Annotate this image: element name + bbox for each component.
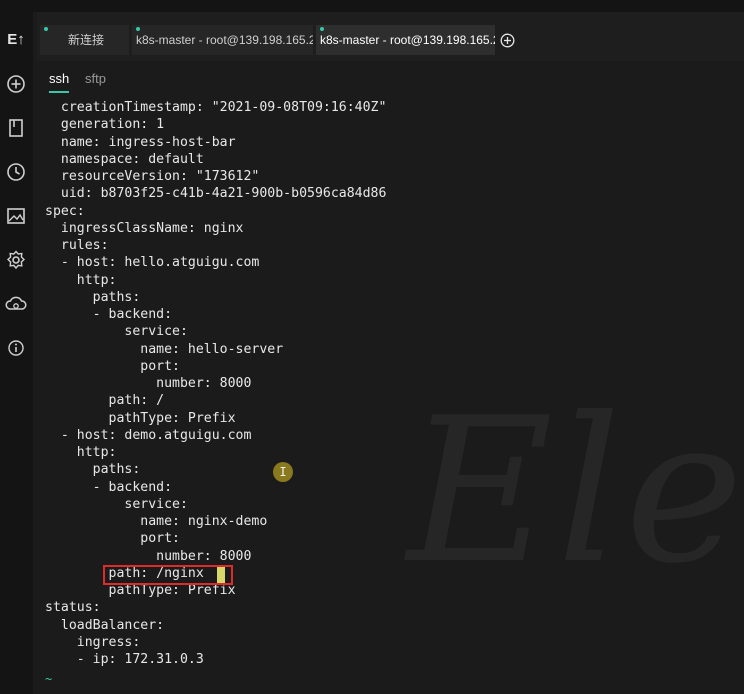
tab-status-dot	[44, 27, 48, 31]
terminal-line: creationTimestamp: "2021-09-08T09:16:40Z…	[45, 100, 387, 115]
terminal-line: number: 8000	[45, 548, 252, 564]
terminal-line: rules:	[45, 238, 109, 253]
terminal-line: - backend:	[45, 479, 173, 495]
bookmark-icon[interactable]	[5, 117, 27, 139]
terminal-line: pathType: Prefix	[45, 410, 236, 426]
terminal-line: resourceVersion: "173612"	[45, 169, 260, 184]
tab-k8s-master-1[interactable]: k8s-master - root@139.198.165.2...	[132, 25, 313, 55]
highlight-box	[103, 565, 233, 585]
active-subtab-indicator	[49, 91, 69, 93]
tab-label: k8s-master - root@139.198.165.2...	[320, 33, 495, 47]
terminal-line: http:	[45, 272, 117, 288]
history-icon[interactable]	[5, 161, 27, 183]
terminal-line: loadBalancer:	[45, 617, 165, 633]
subtab-ssh[interactable]: ssh	[49, 71, 69, 86]
sidebar: E↑	[0, 0, 33, 694]
terminal-line: - ip: 172.31.0.3	[45, 652, 204, 667]
terminal-line: status:	[45, 600, 101, 616]
terminal-line: number: 8000	[45, 376, 252, 391]
terminal-line: paths:	[45, 462, 141, 478]
terminal-line: uid: b8703f25-c41b-4a21-900b-b0596ca84d8…	[45, 186, 387, 202]
terminal-line: paths:	[45, 289, 141, 305]
session-subtabs: ssh sftp	[37, 61, 744, 95]
tab-k8s-master-2[interactable]: k8s-master - root@139.198.165.2...	[316, 25, 495, 55]
tab-new-connection[interactable]: 新连接	[40, 25, 129, 55]
terminal[interactable]: Elec creationTimestamp: "2021-09-08T09:1…	[37, 95, 744, 694]
terminal-line: name: hello-server	[45, 341, 284, 357]
terminal-line: name: nginx-demo	[45, 514, 268, 529]
mouse-pointer: I	[273, 462, 293, 482]
terminal-line: spec:	[45, 203, 85, 219]
terminal-line: http:	[45, 445, 117, 460]
terminal-line: - backend:	[45, 307, 173, 322]
cloud-sync-icon[interactable]	[5, 293, 27, 315]
terminal-line: - host: demo.atguigu.com	[45, 427, 252, 443]
terminal-line: port:	[45, 358, 180, 374]
text-cursor-icon: I	[279, 465, 287, 479]
image-icon[interactable]	[5, 205, 27, 227]
info-icon[interactable]	[5, 337, 27, 359]
terminal-line: name: ingress-host-bar	[45, 134, 236, 150]
terminal-line: - host: hello.atguigu.com	[45, 255, 260, 271]
terminal-line: service:	[45, 324, 188, 340]
terminal-line: generation: 1	[45, 117, 165, 133]
tab-label: 新连接	[68, 33, 105, 47]
terminal-line: port:	[45, 531, 180, 547]
subtab-sftp[interactable]: sftp	[85, 71, 106, 86]
terminal-line: namespace: default	[45, 151, 204, 167]
terminal-prompt: ~	[45, 672, 53, 686]
app-logo: E↑	[7, 30, 25, 48]
terminal-line: service:	[45, 496, 188, 512]
plus-circle-icon	[500, 33, 515, 48]
title-strip	[33, 0, 744, 12]
terminal-line: path: /	[45, 393, 165, 409]
watermark: Elec	[407, 375, 744, 608]
tab-label: k8s-master - root@139.198.165.2...	[136, 33, 313, 47]
terminal-line: ingressClassName: nginx	[45, 220, 244, 236]
add-tab-button[interactable]	[500, 33, 515, 48]
add-icon[interactable]	[5, 73, 27, 95]
tab-bar: 新连接 k8s-master - root@139.198.165.2... k…	[37, 12, 744, 61]
settings-icon[interactable]	[5, 249, 27, 271]
terminal-line: ingress:	[45, 634, 141, 650]
